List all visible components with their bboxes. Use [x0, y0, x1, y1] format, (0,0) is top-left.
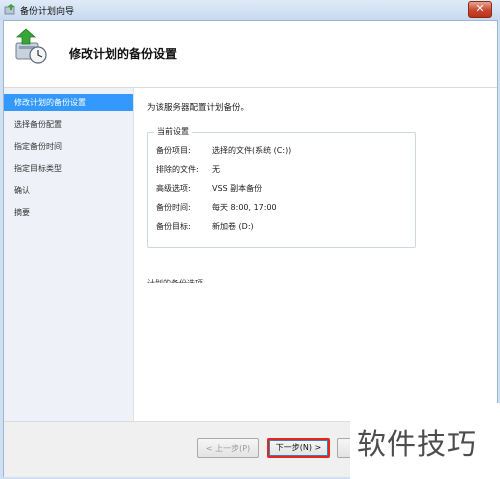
- watermark-text: 软件技巧: [357, 427, 478, 461]
- setting-row: 备份时间: 每天 8:00, 17:00: [156, 202, 277, 213]
- window-title: 备份计划向导: [20, 7, 75, 17]
- setting-key: 排除的文件:: [156, 165, 199, 174]
- wizard-steps-sidebar: 修改计划的备份设置 选择备份配置 指定备份时间 指定目标类型 确认 摘要: [4, 88, 134, 476]
- current-settings-group: 当前设置 备份项目: 选择的文件(系统 (C:)) 排除的文件: 无 高级选项: VS…: [147, 126, 416, 248]
- step-summary[interactable]: 摘要: [4, 204, 133, 221]
- step-select-backup-config[interactable]: 选择备份配置: [4, 116, 133, 133]
- setting-row: 高级选项: VSS 副本备份: [156, 183, 262, 194]
- setting-row: 备份目标: 新加卷 (D:): [156, 221, 254, 232]
- setting-key: 备份目标:: [156, 222, 191, 231]
- next-button[interactable]: 下一步(N) >: [267, 438, 330, 458]
- backup-schedule-icon: [15, 28, 47, 64]
- step-specify-backup-time[interactable]: 指定备份时间: [4, 138, 133, 155]
- group-title: 当前设置: [154, 126, 192, 137]
- title-bar[interactable]: 备份计划向导 ✕: [0, 0, 500, 20]
- setting-value: VSS 副本备份: [212, 184, 263, 193]
- setting-value: 新加卷 (D:): [212, 222, 254, 231]
- step-specify-target-type[interactable]: 指定目标类型: [4, 160, 133, 177]
- intro-text: 为该服务器配置计划备份。: [147, 103, 250, 113]
- wizard-header: 修改计划的备份设置: [4, 21, 497, 88]
- step-modify-backup-settings[interactable]: 修改计划的备份设置: [4, 94, 133, 111]
- setting-key: 高级选项:: [156, 184, 191, 193]
- setting-row: 排除的文件: 无: [156, 164, 220, 175]
- step-confirm[interactable]: 确认: [4, 182, 133, 199]
- partially-hidden-text: 计划的备份选项: [147, 278, 217, 283]
- content-pane: 为该服务器配置计划备份。 当前设置 备份项目: 选择的文件(系统 (C:)) 排除…: [134, 88, 497, 421]
- close-button[interactable]: ✕: [468, 1, 492, 18]
- setting-value: 无: [212, 165, 220, 174]
- page-title: 修改计划的备份设置: [69, 47, 178, 61]
- previous-button[interactable]: < 上一步(P): [197, 438, 259, 458]
- next-button-label: 下一步(N) >: [269, 440, 328, 456]
- close-icon: ✕: [475, 2, 485, 15]
- setting-key: 备份时间:: [156, 203, 191, 212]
- setting-value: 选择的文件(系统 (C:)): [212, 146, 292, 155]
- setting-value: 每天 8:00, 17:00: [212, 203, 277, 212]
- setting-key: 备份项目:: [156, 146, 191, 155]
- watermark: 软件技巧: [350, 403, 500, 479]
- backup-app-icon: [4, 4, 15, 15]
- setting-row: 备份项目: 选择的文件(系统 (C:)): [156, 145, 291, 156]
